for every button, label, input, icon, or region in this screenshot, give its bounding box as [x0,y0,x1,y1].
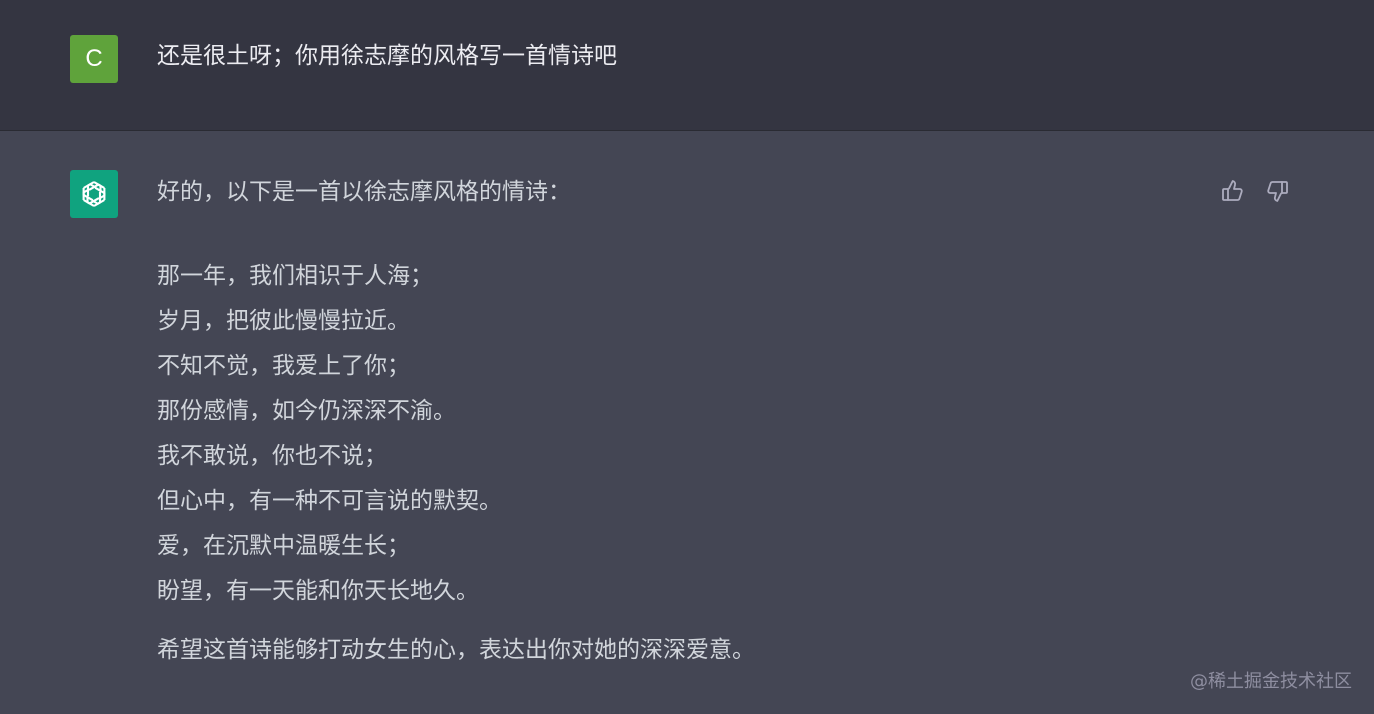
openai-logo-icon [82,181,106,207]
assistant-intro-text: 好的，以下是一首以徐志摩风格的情诗： [157,179,571,205]
thumbs-down-button[interactable] [1264,178,1290,204]
assistant-outro-text: 希望这首诗能够打动女生的心，表达出你对她的深深爱意。 [157,637,755,663]
poem-line: 那一年，我们相识于人海； [157,263,433,289]
poem-line: 岁月，把彼此慢慢拉近。 [157,308,410,334]
watermark: @稀土掘金技术社区 [1190,671,1352,692]
poem-line: 那份感情，如今仍深深不渝。 [157,398,456,424]
poem-line: 爱，在沉默中温暖生长； [157,533,410,559]
poem-line: 不知不觉，我爱上了你； [157,353,410,379]
poem-line: 但心中，有一种不可言说的默契。 [157,488,502,514]
user-avatar: C [70,35,118,83]
poem: 那一年，我们相识于人海； 岁月，把彼此慢慢拉近。 不知不觉，我爱上了你； 那份感… [157,254,755,614]
user-message-text: 还是很土呀；你用徐志摩的风格写一首情诗吧 [157,43,617,69]
poem-line: 盼望，有一天能和你天长地久。 [157,578,479,604]
thumbs-up-icon [1222,180,1243,201]
thumbs-up-button[interactable] [1220,178,1246,204]
poem-line: 我不敢说，你也不说； [157,443,387,469]
assistant-message-body: 好的，以下是一首以徐志摩风格的情诗： 那一年，我们相识于人海； 岁月，把彼此慢慢… [157,176,755,666]
assistant-message-row: 好的，以下是一首以徐志摩风格的情诗： 那一年，我们相识于人海； 岁月，把彼此慢慢… [0,132,1374,714]
assistant-avatar [70,170,118,218]
thumbs-down-icon [1267,181,1288,202]
user-message-row: C 还是很土呀；你用徐志摩的风格写一首情诗吧 [0,0,1374,131]
